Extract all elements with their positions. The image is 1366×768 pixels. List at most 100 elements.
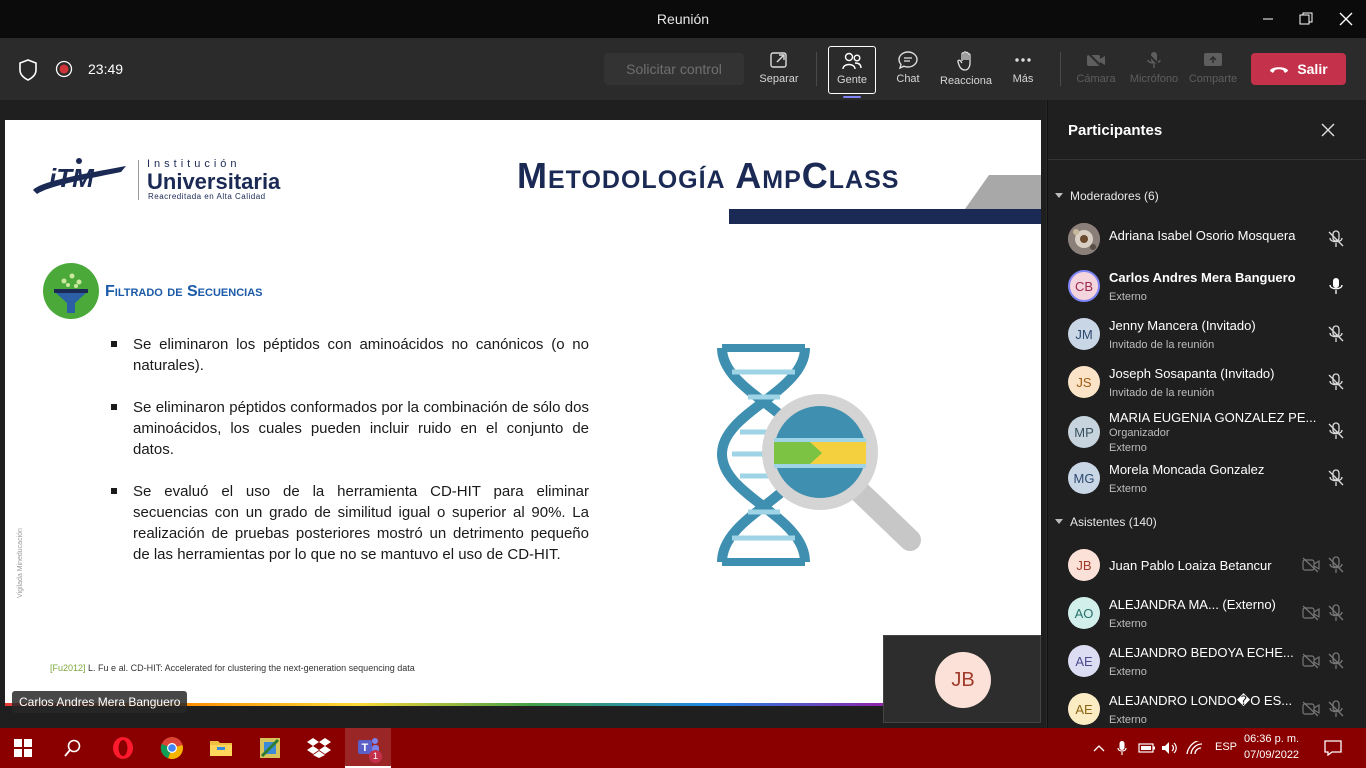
meeting-timer: 23:49 [88,61,124,77]
folder-icon [210,741,232,756]
participant-role: Organizador [1109,427,1170,439]
avatar: JS [1068,366,1100,398]
avatar: JB [1068,549,1100,581]
avatar: MP [1068,416,1100,448]
chrome-button[interactable] [149,728,195,768]
reference-footnote: [Fu2012] L. Fu e al. CD-HIT: Accelerated… [50,663,415,673]
decorative-gray-shape [965,175,1041,209]
avatar: JM [1068,318,1100,350]
microphone-off-icon [1328,469,1344,486]
share-button[interactable]: Comparte [1185,46,1241,94]
camera-button[interactable]: Cámara [1068,46,1124,94]
presenter-name-label: Carlos Andres Mera Banguero [12,691,188,713]
title-bar: Reunión [0,0,1366,38]
participant-subtitle: Externo [1109,442,1147,454]
microphone-tray-icon[interactable] [1114,728,1130,768]
request-control-button[interactable]: Solicitar control [604,53,744,85]
decorative-title-bar [729,209,1041,224]
pop-out-label: Separar [759,73,799,85]
battery-icon[interactable] [1138,728,1156,768]
svg-text:iTM: iTM [49,163,95,193]
avatar: AE [1068,693,1100,725]
participant-row[interactable]: JM Jenny Mancera (Invitado) Invitado de … [1068,314,1358,356]
notifications-button[interactable] [1318,728,1348,768]
search-button[interactable] [50,728,96,768]
camera-off-icon [1302,605,1320,621]
share-label: Comparte [1188,73,1238,85]
participant-name: Joseph Sosapanta (Invitado) [1109,366,1275,381]
participant-row[interactable]: AO ALEJANDRA MA... (Externo) Externo [1068,593,1358,635]
close-icon [1339,12,1353,26]
self-video-tile[interactable]: JB [883,635,1041,723]
leave-button[interactable]: Salir [1251,53,1346,85]
participant-subtitle: Externo [1109,483,1147,495]
app-button[interactable] [247,728,293,768]
dna-magnifier-illustration [716,344,921,566]
participant-row[interactable]: AE ALEJANDRO BEDOYA ECHE... Externo [1068,641,1358,683]
close-window-button[interactable] [1326,0,1366,38]
restore-icon [1299,12,1313,25]
attendees-group-header[interactable]: Asistentes (140) [1054,515,1157,529]
participant-name: ALEJANDRA MA... (Externo) [1109,597,1276,612]
more-label: Más [1012,73,1034,85]
chat-label: Chat [896,73,920,85]
moderators-group-header[interactable]: Moderadores (6) [1054,189,1159,203]
hand-icon [957,51,971,71]
avatar: AE [1068,645,1100,677]
show-hidden-icons-button[interactable] [1090,728,1108,768]
clock[interactable]: 06:36 p. m. 07/09/2022 [1244,731,1299,763]
more-icon [1015,58,1031,62]
restore-button[interactable] [1286,0,1326,38]
opera-icon [113,737,133,759]
start-button[interactable] [0,728,46,768]
logo-divider [138,160,139,200]
pop-out-button[interactable]: Separar [751,46,807,94]
participant-name: Morela Moncada Gonzalez [1109,462,1265,477]
camera-off-icon [1302,557,1320,573]
teams-button[interactable]: T 1 [345,728,391,768]
window-title: Reunión [656,11,710,27]
file-explorer-button[interactable] [198,728,244,768]
react-button[interactable]: Reacciona [938,46,994,94]
participant-subtitle: Invitado de la reunión [1109,387,1215,399]
bullet-item: Se evaluó el uso de la herramienta CD-HI… [108,481,589,565]
avatar: MG [1068,462,1100,494]
avatar: AO [1068,597,1100,629]
microphone-button[interactable]: Micrófono [1126,46,1182,94]
clock-date: 07/09/2022 [1244,749,1300,761]
volume-icon[interactable] [1161,728,1179,768]
microphone-off-icon [1328,325,1344,342]
panel-close-button[interactable] [1318,120,1338,145]
chat-button[interactable]: Chat [880,46,936,94]
people-button[interactable]: Gente [828,46,876,98]
wifi-icon[interactable] [1186,728,1204,768]
avatar: JB [935,652,991,708]
notification-icon [1324,740,1342,756]
minimize-button[interactable] [1248,0,1288,38]
input-language[interactable]: ESP [1215,741,1237,753]
participant-subtitle: Externo [1109,714,1147,726]
participant-row[interactable]: CB Carlos Andres Mera Banguero Externo [1068,266,1358,308]
tools-app-icon [260,738,280,758]
shield-icon[interactable] [18,59,38,81]
participant-row[interactable]: Adriana Isabel Osorio Mosquera [1068,219,1358,261]
opera-button[interactable] [100,728,146,768]
participant-subtitle: Invitado de la reunión [1109,339,1215,351]
more-button[interactable]: Más [995,46,1051,94]
minimize-icon [1263,18,1273,20]
participant-name: Adriana Isabel Osorio Mosquera [1109,228,1296,243]
group-label: Moderadores (6) [1070,189,1159,203]
pop-out-icon [770,52,787,68]
microphone-off-icon [1328,604,1344,621]
dropbox-button[interactable] [296,728,342,768]
participant-row[interactable]: MP MARIA EUGENIA GONZALEZ PE... Organiza… [1068,406,1358,458]
participant-row[interactable]: AE ALEJANDRO LONDO�O ES... Externo [1068,689,1358,731]
participant-row[interactable]: JB Juan Pablo Loaiza Betancur [1068,545,1358,587]
participant-row[interactable]: MG Morela Moncada Gonzalez Externo [1068,458,1358,500]
participant-subtitle: Externo [1109,666,1147,678]
taskbar: T 1 ESP 06:36 p. m. 07/09/2022 [0,728,1366,768]
participant-row[interactable]: JS Joseph Sosapanta (Invitado) Invitado … [1068,362,1358,404]
participant-name: ALEJANDRO BEDOYA ECHE... [1109,645,1294,660]
microphone-off-icon [1328,230,1344,247]
microphone-off-icon [1328,700,1344,717]
